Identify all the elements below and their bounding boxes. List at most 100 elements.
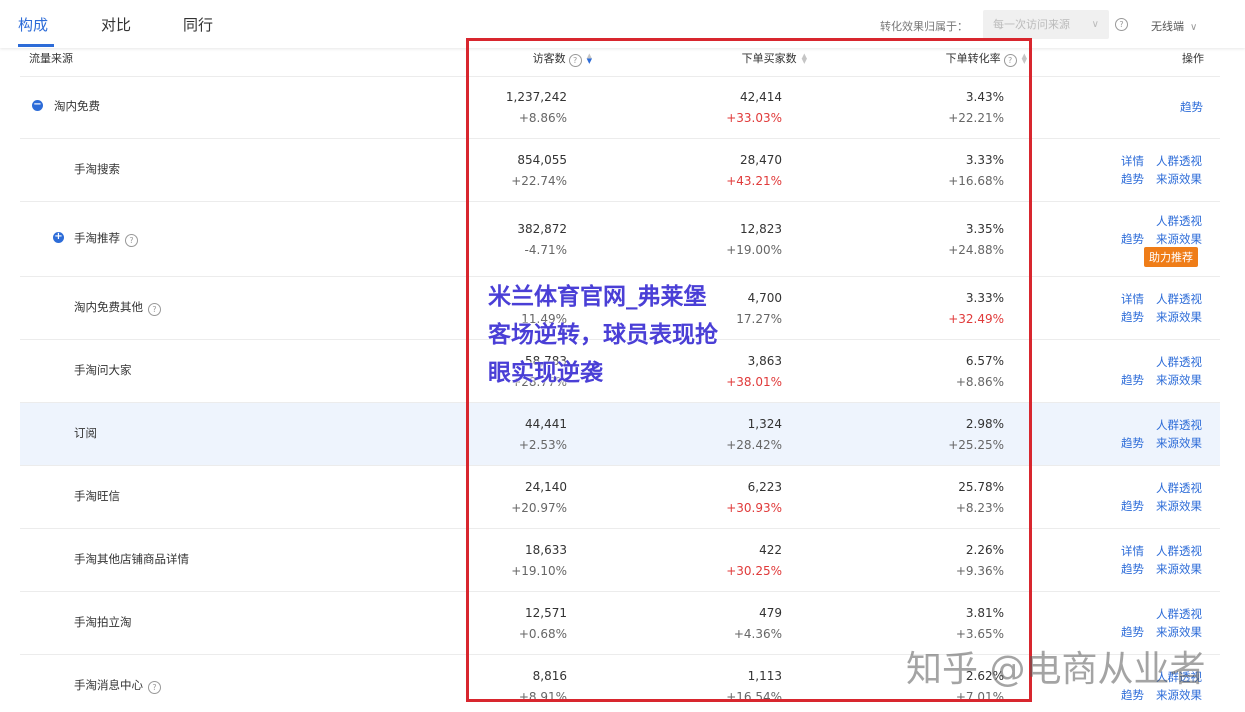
- trend-link[interactable]: 趋势: [1121, 372, 1144, 388]
- trend-link[interactable]: 趋势: [1121, 624, 1144, 640]
- attribution-select[interactable]: 每一次访问来源 ∨: [983, 10, 1109, 39]
- buyers-value: 28,470: [740, 153, 782, 167]
- source-effect-link[interactable]: 来源效果: [1156, 231, 1202, 247]
- source-effect-link[interactable]: 来源效果: [1156, 624, 1202, 640]
- rate-change: +22.21%: [948, 111, 1004, 125]
- buyers-value: 12,823: [740, 222, 782, 236]
- source-name: 手淘消息中心?: [74, 677, 161, 694]
- attribution-select-value: 每一次访问来源: [993, 18, 1070, 31]
- rate-value: 3.33%: [965, 291, 1004, 305]
- header-action: 操作: [1182, 52, 1204, 65]
- trend-link[interactable]: 趋势: [1121, 561, 1144, 577]
- header-rate[interactable]: 下单转化率? ▲ ▼: [945, 50, 1027, 67]
- rate-value: 2.98%: [965, 417, 1004, 431]
- device-select-value: 无线端: [1151, 20, 1184, 33]
- source-effect-link[interactable]: 来源效果: [1156, 309, 1202, 325]
- header-buyers-label: 下单买家数: [741, 52, 797, 65]
- tab-peers[interactable]: 同行: [183, 14, 213, 35]
- source-effect-link[interactable]: 来源效果: [1156, 435, 1202, 451]
- table-row: 手淘其他店铺商品详情 18,633 +19.10% 422 +30.25% 2.…: [20, 529, 1220, 592]
- rate-change: +16.68%: [948, 174, 1004, 188]
- source-effect-link[interactable]: 来源效果: [1156, 498, 1202, 514]
- chevron-down-icon: ∨: [1091, 19, 1099, 30]
- collapse-icon[interactable]: −: [32, 100, 43, 111]
- detail-link[interactable]: 详情: [1121, 543, 1144, 559]
- boost-recommend-badge[interactable]: 助力推荐: [1144, 247, 1198, 267]
- sort-icon[interactable]: ▲ ▼: [802, 53, 807, 65]
- source-effect-link[interactable]: 来源效果: [1156, 561, 1202, 577]
- buyers-change: +30.93%: [726, 501, 782, 515]
- visitors-change: +22.74%: [511, 174, 567, 188]
- chevron-down-icon: ∨: [1190, 22, 1198, 33]
- rate-change: +8.23%: [955, 501, 1004, 515]
- help-icon[interactable]: ?: [568, 54, 582, 67]
- sort-icon[interactable]: ▲ ▼: [587, 53, 592, 65]
- audience-link[interactable]: 人群透视: [1156, 543, 1202, 559]
- buyers-change: +30.25%: [726, 564, 782, 578]
- detail-link[interactable]: 详情: [1121, 291, 1144, 307]
- sort-icon[interactable]: ▲ ▼: [1022, 53, 1027, 65]
- source-effect-link[interactable]: 来源效果: [1156, 372, 1202, 388]
- audience-link[interactable]: 人群透视: [1156, 213, 1202, 229]
- header-visitors[interactable]: 访客数? ▲ ▼: [532, 50, 592, 67]
- visitors-value: 1,237,242: [505, 90, 567, 104]
- rate-value: 6.57%: [965, 354, 1004, 368]
- table-row: 订阅 44,441 +2.53% 1,324 +28.42% 2.98% +25…: [20, 403, 1220, 466]
- visitors-change: +8.91%: [518, 690, 567, 704]
- audience-link[interactable]: 人群透视: [1156, 480, 1202, 496]
- help-icon[interactable]: ?: [1115, 18, 1128, 31]
- buyers-value: 479: [759, 606, 782, 620]
- visitors-change: +19.10%: [511, 564, 567, 578]
- visitors-value: 12,571: [525, 606, 567, 620]
- buyers-change: +28.42%: [726, 438, 782, 452]
- header-buyers[interactable]: 下单买家数 ▲ ▼: [742, 50, 807, 66]
- expand-icon[interactable]: +: [53, 232, 64, 243]
- source-name: 手淘拍立淘: [74, 615, 132, 629]
- rate-change: +3.65%: [955, 627, 1004, 641]
- rate-value: 3.43%: [965, 90, 1004, 104]
- detail-link[interactable]: 详情: [1121, 153, 1144, 169]
- rate-value: 3.33%: [965, 153, 1004, 167]
- source-name-text: 手淘消息中心: [74, 678, 143, 692]
- overlay-caption: 米兰体育官网_弗莱堡 客场逆转，球员表现抢 眼实现逆袭: [488, 278, 768, 392]
- trend-link[interactable]: 趋势: [1121, 435, 1144, 451]
- source-name: 手淘推荐?: [74, 230, 138, 247]
- visitors-value: 8,816: [532, 669, 567, 683]
- header-visitors-label: 访客数: [532, 52, 566, 65]
- help-icon[interactable]: ?: [1003, 54, 1017, 67]
- source-name: 淘内免费: [54, 99, 100, 113]
- source-effect-link[interactable]: 来源效果: [1156, 171, 1202, 187]
- tab-composition[interactable]: 构成: [18, 14, 48, 35]
- help-icon[interactable]: ?: [148, 303, 161, 316]
- visitors-value: 24,140: [525, 480, 567, 494]
- buyers-value: 6,223: [747, 480, 782, 494]
- trend-link[interactable]: 趋势: [1121, 171, 1144, 187]
- help-icon[interactable]: ?: [125, 234, 138, 247]
- trend-link[interactable]: 趋势: [1180, 99, 1203, 115]
- visitors-change: +2.53%: [518, 438, 567, 452]
- buyers-change: +43.21%: [726, 174, 782, 188]
- trend-link[interactable]: 趋势: [1121, 309, 1144, 325]
- visitors-value: 18,633: [525, 543, 567, 557]
- buyers-change: +33.03%: [726, 111, 782, 125]
- header-rate-label: 下单转化率: [945, 52, 1001, 65]
- rate-change: +25.25%: [948, 438, 1004, 452]
- source-name-text: 淘内免费其他: [74, 300, 143, 314]
- buyers-value: 1,113: [747, 669, 782, 683]
- tab-compare[interactable]: 对比: [101, 14, 131, 35]
- source-name: 订阅: [74, 426, 97, 440]
- table-row: 手淘旺信 24,140 +20.97% 6,223 +30.93% 25.78%…: [20, 466, 1220, 529]
- help-icon[interactable]: ?: [148, 681, 161, 694]
- audience-link[interactable]: 人群透视: [1156, 153, 1202, 169]
- audience-link[interactable]: 人群透视: [1156, 291, 1202, 307]
- audience-link[interactable]: 人群透视: [1156, 354, 1202, 370]
- visitors-value: 44,441: [525, 417, 567, 431]
- trend-link[interactable]: 趋势: [1121, 231, 1144, 247]
- device-select[interactable]: 无线端 ∨: [1151, 18, 1197, 34]
- audience-link[interactable]: 人群透视: [1156, 606, 1202, 622]
- rate-change: +9.36%: [955, 564, 1004, 578]
- buyers-value: 1,324: [747, 417, 782, 431]
- audience-link[interactable]: 人群透视: [1156, 417, 1202, 433]
- buyers-change: +19.00%: [726, 243, 782, 257]
- trend-link[interactable]: 趋势: [1121, 498, 1144, 514]
